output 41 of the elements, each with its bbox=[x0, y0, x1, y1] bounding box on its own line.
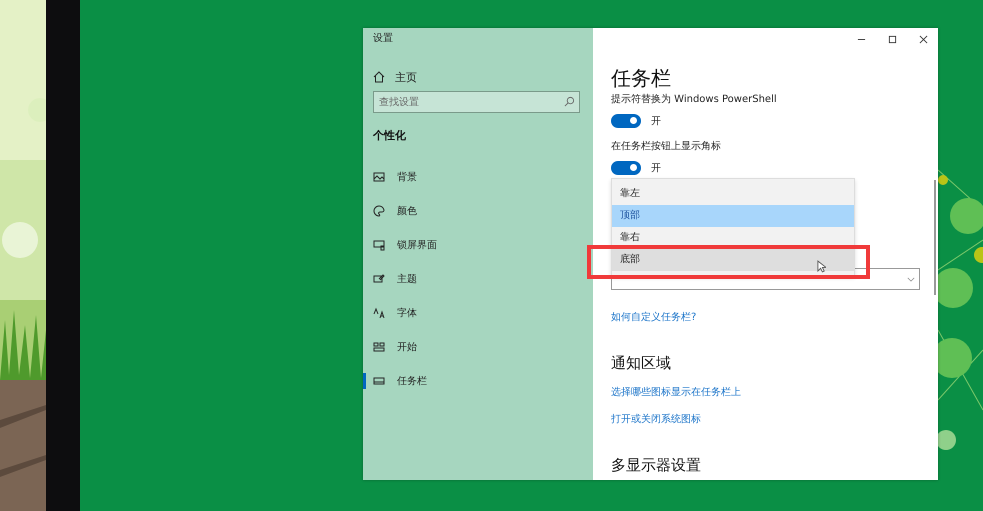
dropdown-option[interactable]: 靠右 bbox=[612, 227, 854, 249]
nav-icon bbox=[373, 307, 385, 319]
toggle-switch[interactable] bbox=[611, 161, 641, 175]
dropdown-option[interactable]: 靠左 bbox=[612, 183, 854, 205]
search-icon bbox=[564, 96, 575, 107]
section-heading: 通知区域 bbox=[611, 353, 671, 373]
chevron-icon bbox=[907, 276, 915, 282]
maximize-icon[interactable] bbox=[888, 34, 897, 44]
dropdown-option[interactable]: 顶部 bbox=[612, 205, 854, 227]
home-icon bbox=[373, 71, 385, 83]
nav-icon bbox=[373, 375, 385, 387]
dropdown-option[interactable]: 底部 bbox=[612, 249, 854, 271]
setting-label: 提示符替换为 Windows PowerShell bbox=[611, 93, 777, 107]
sidebar-item[interactable]: 任务栏 bbox=[363, 373, 593, 389]
sidebar-item[interactable]: 开始 bbox=[363, 339, 593, 355]
sidebar-item[interactable]: 主题 bbox=[363, 271, 593, 287]
nav-icon bbox=[373, 341, 385, 353]
close-icon[interactable] bbox=[919, 34, 928, 44]
sidebar-item[interactable]: 锁屏界面 bbox=[363, 237, 593, 253]
home-nav-item[interactable]: 主页 bbox=[373, 69, 593, 85]
settings-link[interactable]: 选择哪些图标显示在任务栏上 bbox=[611, 386, 741, 400]
sidebar-item[interactable]: 颜色 bbox=[363, 203, 593, 219]
section-heading: 个性化 bbox=[373, 129, 407, 143]
nav-icon bbox=[373, 239, 385, 251]
sidebar-item[interactable]: 字体 bbox=[363, 305, 593, 321]
window-title: 设置 bbox=[373, 33, 394, 45]
toggle-switch[interactable] bbox=[611, 114, 641, 128]
search-field[interactable]: 查找设置 bbox=[373, 91, 580, 113]
setting-label: 在任务栏按钮上显示角标 bbox=[611, 140, 721, 154]
scrollbar[interactable] bbox=[934, 180, 936, 295]
nav-icon bbox=[373, 171, 385, 183]
sidebar-item[interactable]: 背景 bbox=[363, 169, 593, 185]
toggle-state: 开 bbox=[651, 115, 661, 128]
nav-icon bbox=[373, 273, 385, 285]
section-heading: 多显示器设置 bbox=[611, 455, 701, 475]
settings-link[interactable]: 打开或关闭系统图标 bbox=[611, 413, 701, 427]
nav-icon bbox=[373, 205, 385, 217]
toggle-state: 开 bbox=[651, 162, 661, 175]
page-title: 任务栏 bbox=[611, 65, 671, 91]
help-link[interactable]: 如何自定义任务栏? bbox=[611, 311, 696, 325]
cursor-icon bbox=[817, 260, 826, 273]
